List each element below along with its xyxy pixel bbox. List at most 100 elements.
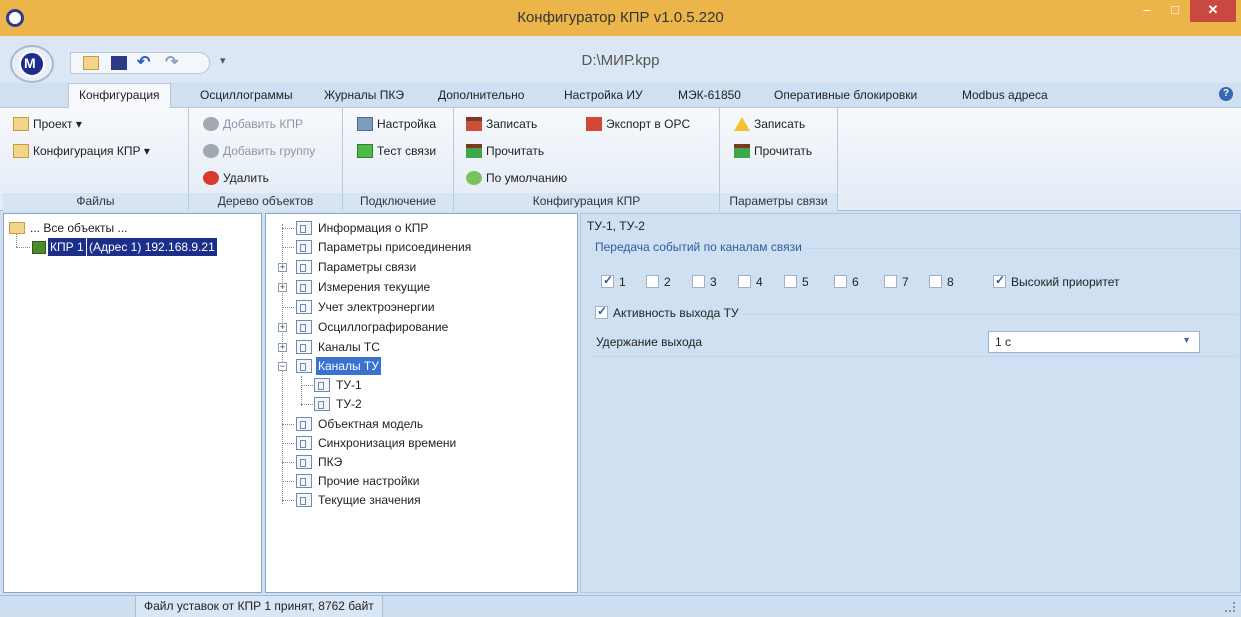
folder-icon bbox=[13, 117, 29, 131]
delete-label: Удалить bbox=[223, 171, 269, 185]
group-files-label: Файлы bbox=[3, 193, 188, 211]
tab-iec-61850[interactable]: МЭК-61850 bbox=[678, 85, 741, 107]
delete-button[interactable]: Удалить bbox=[201, 168, 269, 188]
tree-item-time-sync[interactable]: Синхронизация времени bbox=[266, 434, 574, 452]
expand-icon[interactable]: + bbox=[278, 343, 287, 352]
minimize-button[interactable]: – bbox=[1132, 0, 1162, 22]
comm-write-button[interactable]: Записать bbox=[732, 114, 805, 134]
kpr-device-icon bbox=[32, 241, 46, 254]
tab-operational-interlocks[interactable]: Оперативные блокировки bbox=[774, 85, 917, 107]
document-icon bbox=[296, 417, 312, 431]
tree-item-label: Текущие значения bbox=[318, 493, 421, 507]
default-icon bbox=[466, 171, 482, 185]
add-group-button[interactable]: Добавить группу bbox=[201, 141, 315, 161]
document-icon bbox=[314, 378, 330, 392]
channel-4-checkbox[interactable] bbox=[738, 275, 751, 288]
project-button[interactable]: Проект ▾ bbox=[11, 114, 82, 134]
add-kpr-button[interactable]: Добавить КПР bbox=[201, 114, 303, 134]
group-object-tree-label: Дерево объектов bbox=[189, 193, 342, 211]
document-icon bbox=[296, 260, 312, 274]
expand-icon[interactable]: + bbox=[278, 323, 287, 332]
close-button[interactable]: ✕ bbox=[1190, 0, 1236, 22]
maximize-button[interactable]: □ bbox=[1160, 0, 1190, 22]
opc-icon bbox=[586, 117, 602, 131]
tree-item-tu-2[interactable]: ТУ-2 bbox=[266, 395, 574, 413]
add-icon bbox=[203, 117, 219, 131]
tab-pqe-journals[interactable]: Журналы ПКЭ bbox=[324, 85, 404, 107]
tree-item-current-measurements[interactable]: + Измерения текущие bbox=[266, 278, 574, 296]
folder-icon bbox=[9, 222, 25, 234]
status-message: Файл уставок от КПР 1 принят, 8762 байт bbox=[135, 596, 383, 617]
document-icon bbox=[296, 221, 312, 235]
window-title: Конфигуратор КПР v1.0.5.220 bbox=[517, 9, 724, 26]
group-connection-label: Подключение bbox=[343, 193, 453, 211]
help-icon[interactable]: ? bbox=[1219, 87, 1233, 101]
tree-item-comm-params[interactable]: + Параметры связи bbox=[266, 258, 574, 276]
channel-5-label: 5 bbox=[802, 275, 809, 289]
document-icon bbox=[296, 300, 312, 314]
tree-item-tu-channels[interactable]: − Каналы ТУ bbox=[266, 357, 574, 375]
channel-5-checkbox[interactable] bbox=[784, 275, 797, 288]
channel-4-label: 4 bbox=[756, 275, 763, 289]
channel-3-checkbox[interactable] bbox=[692, 275, 705, 288]
folder-icon bbox=[13, 144, 29, 158]
tree-item-energy-metering[interactable]: Учет электроэнергии bbox=[266, 298, 574, 316]
expand-icon[interactable]: + bbox=[278, 283, 287, 292]
title-bar: Конфигуратор КПР v1.0.5.220 – □ ✕ bbox=[0, 0, 1241, 36]
tree-item-tu-1[interactable]: ТУ-1 bbox=[266, 376, 574, 394]
channel-8-checkbox[interactable] bbox=[929, 275, 942, 288]
ribbon: Проект ▾ Конфигурация КПР ▾ Файлы Добави… bbox=[0, 107, 1241, 211]
tree-item-label: Объектная модель bbox=[318, 417, 424, 431]
high-priority-checkbox[interactable] bbox=[993, 273, 1006, 288]
export-opc-button[interactable]: Экспорт в OPC bbox=[584, 114, 690, 134]
tree-item-label: Измерения текущие bbox=[318, 280, 431, 294]
tree-item-label: ПКЭ bbox=[318, 455, 343, 469]
tree-item-kpr-info[interactable]: Информация о КПР bbox=[266, 219, 574, 237]
test-connection-button[interactable]: Тест связи bbox=[355, 141, 436, 161]
tree-item-kpr[interactable]: КПР 1 (Адрес 1) 192.168.9.21 bbox=[4, 238, 259, 256]
tree-item-oscillography[interactable]: + Осциллографирование bbox=[266, 318, 574, 336]
output-active-checkbox[interactable] bbox=[595, 304, 608, 319]
tree-item-current-values[interactable]: Текущие значения bbox=[266, 491, 574, 509]
tab-configuration[interactable]: Конфигурация bbox=[68, 83, 171, 108]
group-comm-params: Записать Прочитать Параметры связи bbox=[720, 108, 838, 211]
tree-item-ts-channels[interactable]: + Каналы ТС bbox=[266, 338, 574, 356]
tree-item-label: Каналы ТС bbox=[318, 340, 380, 354]
add-icon bbox=[203, 144, 219, 158]
defaults-button[interactable]: По умолчанию bbox=[464, 168, 567, 188]
tree-item-pqe[interactable]: ПКЭ bbox=[266, 453, 574, 471]
expand-icon[interactable]: + bbox=[278, 263, 287, 272]
tree-item-other-settings[interactable]: Прочие настройки bbox=[266, 472, 574, 490]
group-kpr-configuration-label: Конфигурация КПР bbox=[454, 193, 719, 211]
object-tree-panel: ... Все объекты ... КПР 1 (Адрес 1) 192.… bbox=[3, 213, 262, 593]
tab-iu-settings[interactable]: Настройка ИУ bbox=[564, 85, 643, 107]
channel-7-checkbox[interactable] bbox=[884, 275, 897, 288]
connection-settings-button[interactable]: Настройка bbox=[355, 114, 436, 134]
test-connection-label: Тест связи bbox=[377, 144, 437, 158]
resize-grip-icon[interactable] bbox=[1225, 602, 1235, 612]
high-priority-label: Высокий приоритет bbox=[1011, 275, 1120, 289]
hold-output-select[interactable]: 1 с ▼ bbox=[988, 331, 1200, 353]
channel-6-checkbox[interactable] bbox=[834, 275, 847, 288]
comm-read-button[interactable]: Прочитать bbox=[732, 141, 812, 161]
kpr-name: КПР 1 bbox=[48, 238, 86, 256]
document-icon bbox=[296, 320, 312, 334]
tab-oscillograms[interactable]: Осциллограммы bbox=[200, 85, 293, 107]
channel-2-checkbox[interactable] bbox=[646, 275, 659, 288]
tree-item-connection-params[interactable]: Параметры присоединения bbox=[266, 238, 574, 256]
channel-1-checkbox[interactable] bbox=[601, 273, 614, 288]
kpr-config-button[interactable]: Конфигурация КПР ▾ bbox=[11, 141, 150, 161]
kpr-read-button[interactable]: Прочитать bbox=[464, 141, 544, 161]
document-icon bbox=[296, 455, 312, 469]
application-menu-button[interactable] bbox=[10, 45, 54, 83]
kpr-write-button[interactable]: Записать bbox=[464, 114, 537, 134]
chevron-down-icon: ▼ bbox=[1182, 335, 1191, 345]
tree-root[interactable]: ... Все объекты ... bbox=[4, 219, 259, 237]
group-files: Проект ▾ Конфигурация КПР ▾ Файлы bbox=[3, 108, 189, 211]
read-device-icon bbox=[734, 144, 750, 158]
tab-additional[interactable]: Дополнительно bbox=[438, 85, 524, 107]
tab-modbus-addresses[interactable]: Modbus адреса bbox=[962, 85, 1048, 107]
tree-item-object-model[interactable]: Объектная модель bbox=[266, 415, 574, 433]
collapse-icon[interactable]: − bbox=[278, 362, 287, 371]
read-device-icon bbox=[466, 144, 482, 158]
